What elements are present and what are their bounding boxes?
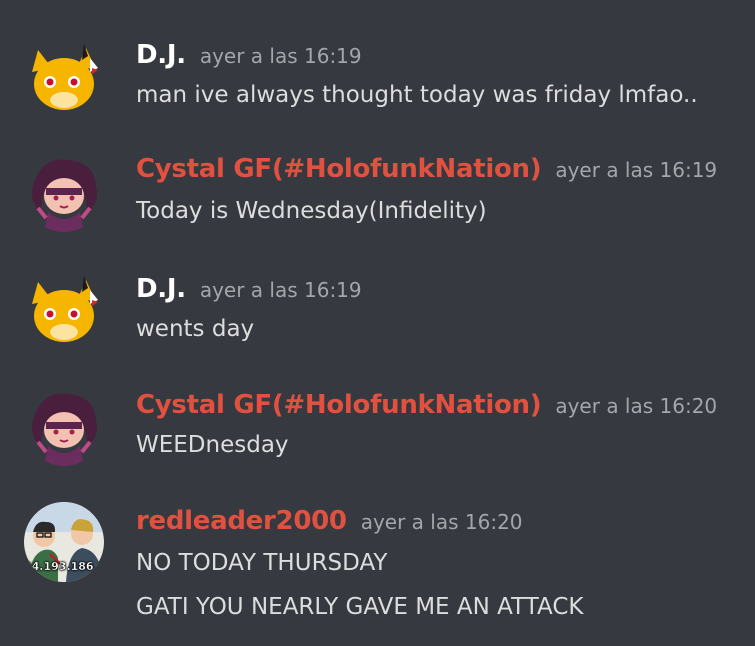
message-text: GATI YOU NEARLY GAVE ME AN ATTACK bbox=[136, 594, 584, 620]
timestamp: ayer a las 16:19 bbox=[555, 158, 718, 182]
fox-avatar-icon[interactable] bbox=[24, 270, 104, 350]
timestamp: ayer a las 16:19 bbox=[199, 44, 362, 68]
author-name[interactable]: Cystal GF(#HolofunkNation) bbox=[136, 390, 542, 420]
fox-avatar-icon[interactable] bbox=[24, 38, 104, 118]
author-name[interactable]: redleader2000 bbox=[136, 506, 347, 536]
author-name[interactable]: D.J. bbox=[136, 40, 186, 70]
author-name[interactable]: Cystal GF(#HolofunkNation) bbox=[136, 154, 542, 184]
message-text: WEEDnesday bbox=[136, 432, 289, 458]
message-text: man ive always thought today was friday … bbox=[136, 82, 698, 108]
message-text: Today is Wednesday(Infidelity) bbox=[136, 198, 487, 224]
timestamp: ayer a las 16:20 bbox=[360, 510, 523, 534]
timestamp: ayer a las 16:20 bbox=[555, 394, 718, 418]
cartoon-people-avatar-icon[interactable]: 84.193.186.2 bbox=[24, 502, 104, 582]
author-name[interactable]: D.J. bbox=[136, 274, 186, 304]
chat-messages: D.J. ayer a las 16:19 man ive always thou… bbox=[0, 0, 755, 646]
anime-girl-avatar-icon[interactable] bbox=[24, 386, 104, 466]
message-text: NO TODAY THURSDAY bbox=[136, 550, 388, 576]
timestamp: ayer a las 16:19 bbox=[199, 278, 362, 302]
anime-girl-avatar-icon[interactable] bbox=[24, 152, 104, 232]
avatar-ip-text: 84.193.186.2 bbox=[24, 560, 104, 573]
message-text: wents day bbox=[136, 316, 255, 342]
